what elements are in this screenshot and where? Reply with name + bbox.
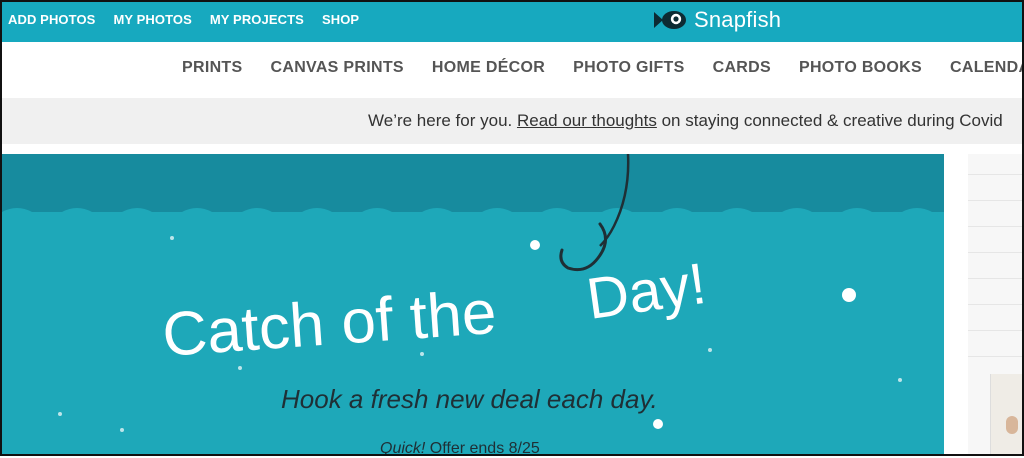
banner-subheadline: Hook a fresh new deal each day. xyxy=(281,384,658,414)
notice-before: We’re here for you. xyxy=(368,111,517,130)
shop-link[interactable]: SHOP xyxy=(322,12,359,27)
notice-after: on staying connected & creative during C… xyxy=(656,111,1003,130)
offer-prefix: Quick! xyxy=(380,440,426,457)
add-photos-link[interactable]: ADD PHOTOS xyxy=(8,12,95,27)
nav-prints[interactable]: PRINTS xyxy=(182,59,242,77)
logo-text: Snapfish xyxy=(694,7,782,32)
nav-cards[interactable]: CARDS xyxy=(713,59,771,77)
my-photos-link[interactable]: MY PHOTOS xyxy=(113,12,191,27)
snapfish-logo[interactable]: Snapfish xyxy=(652,7,781,33)
top-nav: ADD PHOTOS MY PHOTOS MY PROJECTS SHOP xyxy=(8,12,359,27)
read-thoughts-link[interactable]: Read our thoughts xyxy=(517,111,657,130)
top-bar: ADD PHOTOS MY PHOTOS MY PROJECTS SHOP Sn… xyxy=(0,0,1024,42)
fish-icon xyxy=(654,11,686,29)
notice-text: We’re here for you. Read our thoughts on… xyxy=(368,111,1003,131)
nav-calendars[interactable]: CALENDAR xyxy=(950,59,1024,77)
nav-canvas-prints[interactable]: CANVAS PRINTS xyxy=(270,59,403,77)
offer-end-date: Offer ends 8/25 xyxy=(425,440,540,457)
headline-part1: Catch of the xyxy=(160,278,498,370)
headline-part2: Day! xyxy=(583,251,710,332)
my-projects-link[interactable]: MY PROJECTS xyxy=(210,12,304,27)
offer-text: Quick! Offer ends 8/25 xyxy=(380,440,540,458)
side-photo[interactable] xyxy=(968,154,1024,456)
nav-photo-books[interactable]: PHOTO BOOKS xyxy=(799,59,922,77)
category-nav: PRINTS CANVAS PRINTS HOME DÉCOR PHOTO GI… xyxy=(0,42,1024,99)
nav-home-decor[interactable]: HOME DÉCOR xyxy=(432,59,545,77)
notice-bar: We’re here for you. Read our thoughts on… xyxy=(0,98,1024,144)
nav-photo-gifts[interactable]: PHOTO GIFTS xyxy=(573,59,684,77)
